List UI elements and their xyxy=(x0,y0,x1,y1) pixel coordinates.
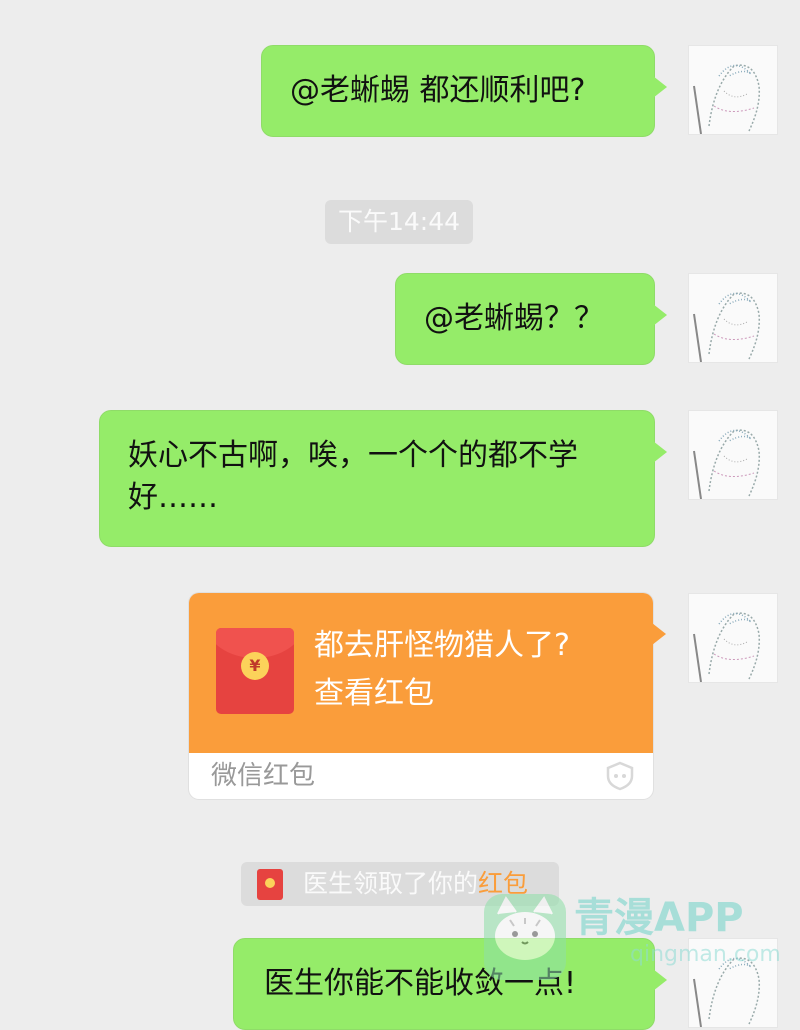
shield-icon xyxy=(606,761,634,791)
message-text: @老蜥蜴 都还顺利吧? xyxy=(290,73,586,108)
sketch-avatar-icon xyxy=(693,64,761,134)
coin-icon: ¥ xyxy=(241,652,269,680)
sketch-avatar-icon xyxy=(693,612,761,682)
avatar[interactable] xyxy=(688,45,778,135)
watermark: 青漫APP qingman.com xyxy=(480,884,790,994)
notice-message: 医生领取了你的 xyxy=(303,869,479,898)
red-envelope-icon xyxy=(257,869,283,900)
sketch-avatar-icon xyxy=(693,292,761,362)
avatar[interactable] xyxy=(688,273,778,363)
red-packet-card[interactable]: ¥ 都去肝怪物猎人了? 查看红包 微信红包 xyxy=(189,593,666,799)
red-packet-title: 都去肝怪物猎人了? xyxy=(314,628,570,663)
bubble-tail xyxy=(653,441,667,463)
bubble-tail xyxy=(652,623,666,645)
bubble-tail xyxy=(653,304,667,326)
message-bubble[interactable]: @老蜥蜴？？ xyxy=(395,273,667,365)
message-text: @老蜥蜴？？ xyxy=(424,301,604,336)
message-text: 妖心不古啊，唉，一个个的都不学好…… xyxy=(128,438,578,515)
timestamp: 下午14:44 xyxy=(325,200,473,244)
red-packet-action: 查看红包 xyxy=(314,676,434,711)
coin-icon xyxy=(265,878,275,888)
avatar[interactable] xyxy=(688,593,778,683)
bubble-tail xyxy=(653,76,667,98)
sketch-avatar-icon xyxy=(693,429,761,499)
cat-logo-icon xyxy=(484,894,566,980)
watermark-text: 青漫APP xyxy=(574,895,744,941)
message-bubble[interactable]: @老蜥蜴 都还顺利吧? xyxy=(261,45,667,137)
red-packet-brand: 微信红包 xyxy=(211,761,316,791)
avatar[interactable] xyxy=(688,410,778,500)
watermark-subtext: qingman.com xyxy=(630,942,781,967)
message-bubble[interactable]: 妖心不古啊，唉，一个个的都不学好…… xyxy=(99,410,667,547)
red-envelope-icon: ¥ xyxy=(216,628,294,714)
red-packet-header: ¥ 都去肝怪物猎人了? 查看红包 xyxy=(189,593,666,753)
